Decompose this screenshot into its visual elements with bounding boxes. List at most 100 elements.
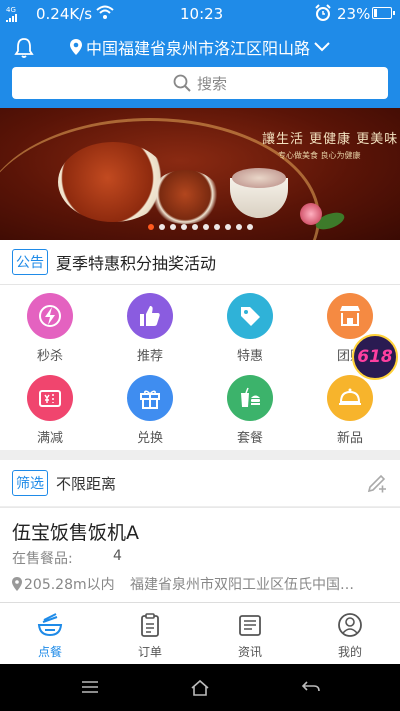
category-label: 秒杀: [36, 349, 63, 364]
wifi-icon: [96, 5, 114, 19]
category-circle: [27, 375, 73, 421]
category-label: 新品: [336, 431, 363, 446]
signal-indicator: 4G: [6, 6, 22, 24]
category-circle: [127, 375, 173, 421]
store-list-item[interactable]: 伍宝饭售饭机A 在售餐品: 4 205.28m以内 福建省泉州市双阳工业区伍氏中…: [0, 507, 400, 602]
filter-bar: 筛选 不限距离: [0, 460, 400, 506]
app-header: 中国福建省泉州市洛江区阳山路 搜索: [0, 28, 400, 108]
system-navigation-bar: [0, 664, 400, 711]
price-tag-icon: [241, 307, 260, 326]
category-xinpin[interactable]: 新品: [300, 367, 400, 447]
category-circle: [227, 293, 273, 339]
category-taocan[interactable]: 套餐: [200, 367, 300, 447]
bowl-icon: [37, 613, 63, 637]
alarm-icon: [315, 4, 331, 21]
edit-icon[interactable]: [366, 472, 388, 494]
coupon-icon: [39, 390, 61, 407]
search-input[interactable]: 搜索: [12, 67, 388, 99]
banner-slogan: 讓生活 更健康 更美味: [262, 132, 399, 147]
store-count-label: 在售餐品:: [12, 551, 73, 567]
category-label: 特惠: [236, 349, 263, 364]
category-tehui[interactable]: 特惠: [200, 285, 300, 365]
battery-level: [374, 9, 377, 17]
store-address: 福建省泉州市双阳工业区伍氏中国…: [130, 577, 354, 593]
signal-text: 4G: [6, 6, 16, 14]
tab-orders[interactable]: 订单: [100, 603, 200, 664]
category-label: 套餐: [236, 431, 263, 446]
tab-label: 我的: [337, 645, 362, 659]
tab-order-food[interactable]: 点餐: [0, 603, 100, 664]
announcement-bar[interactable]: 公告 夏季特惠积分抽奖活动: [0, 240, 400, 284]
search-icon: [173, 74, 191, 92]
announcement-tag: 公告: [12, 249, 48, 275]
banner-food-image: [58, 142, 168, 222]
promo-618-badge[interactable]: 618: [352, 334, 398, 380]
carousel-dot[interactable]: [213, 224, 220, 230]
banner-flower: [300, 203, 322, 225]
category-circle: [327, 293, 373, 339]
carousel-dot[interactable]: [158, 224, 165, 230]
flash-icon: [39, 305, 61, 327]
category-manjian[interactable]: 满减: [0, 367, 100, 447]
bell-icon[interactable]: [12, 36, 36, 60]
category-label: 推荐: [136, 349, 163, 364]
filter-button[interactable]: 筛选: [12, 470, 48, 496]
category-miaosha[interactable]: 秒杀: [0, 285, 100, 365]
carousel-dot[interactable]: [169, 224, 176, 230]
tab-label: 订单: [137, 645, 162, 659]
clock: 10:23: [180, 5, 224, 23]
battery-icon: [372, 7, 395, 19]
tab-profile[interactable]: 我的: [300, 603, 400, 664]
tab-news[interactable]: 资讯: [200, 603, 300, 664]
location-pin-icon: [70, 39, 82, 55]
banner-sub-slogan: 专心做美食 良心为健康: [278, 151, 361, 160]
location-selector[interactable]: 中国福建省泉州市洛江区阳山路: [70, 35, 330, 59]
status-bar: 4G 0.24K/s 10:23 23%: [0, 0, 400, 28]
distance-filter[interactable]: 不限距离: [56, 473, 116, 494]
carousel-dot[interactable]: [180, 224, 187, 230]
carousel-dot[interactable]: [235, 224, 242, 230]
store-distance: 205.28m以内: [12, 574, 115, 594]
announcement-text: 夏季特惠积分抽奖活动: [56, 254, 217, 273]
store-name: 伍宝饭售饭机A: [12, 522, 139, 544]
battery-percent: 23%: [337, 5, 371, 23]
thumbs-up-icon: [140, 306, 160, 326]
search-placeholder: 搜索: [196, 74, 227, 93]
store-distance-text: 205.28m以内: [24, 577, 115, 593]
category-circle: [227, 375, 273, 421]
bottom-tab-bar: 点餐 订单 资讯 我的: [0, 602, 400, 664]
category-duihuan[interactable]: 兑换: [100, 367, 200, 447]
carousel-dot[interactable]: [202, 224, 209, 230]
back-icon[interactable]: [300, 679, 322, 695]
store-item-count: 4: [113, 548, 122, 564]
category-circle: [27, 293, 73, 339]
category-label: 兑换: [136, 431, 163, 446]
category-circle: [327, 375, 373, 421]
category-grid: 秒杀 推荐 特惠 团购 满减 兑换 套餐 新品: [0, 284, 400, 450]
carousel-indicator: [0, 224, 400, 230]
carousel-dot[interactable]: [191, 224, 198, 230]
menu-icon[interactable]: [80, 679, 100, 695]
network-speed: 0.24K/s: [36, 5, 93, 23]
carousel-dot[interactable]: [224, 224, 231, 230]
meal-set-icon: [241, 387, 260, 407]
store-icon: [340, 306, 360, 326]
gift-icon: [140, 390, 160, 409]
location-text: 中国福建省泉州市洛江区阳山路: [86, 39, 311, 58]
signal-bars-icon: [6, 14, 17, 22]
carousel-dot[interactable]: [147, 224, 154, 230]
carousel-dot[interactable]: [246, 224, 253, 230]
cloche-icon: [339, 388, 361, 405]
category-label: 满减: [36, 431, 63, 446]
location-pin-icon: [12, 577, 22, 591]
clipboard-icon: [141, 613, 159, 637]
user-icon: [338, 613, 362, 637]
home-icon[interactable]: [190, 679, 210, 697]
tab-label: 点餐: [37, 645, 62, 659]
category-circle: [127, 293, 173, 339]
chevron-down-icon: [314, 42, 330, 52]
promo-banner[interactable]: 讓生活 更健康 更美味 专心做美食 良心为健康: [0, 108, 400, 240]
category-tuijian[interactable]: 推荐: [100, 285, 200, 365]
tab-label: 资讯: [237, 645, 262, 659]
banner-food-image-2: [150, 170, 220, 224]
